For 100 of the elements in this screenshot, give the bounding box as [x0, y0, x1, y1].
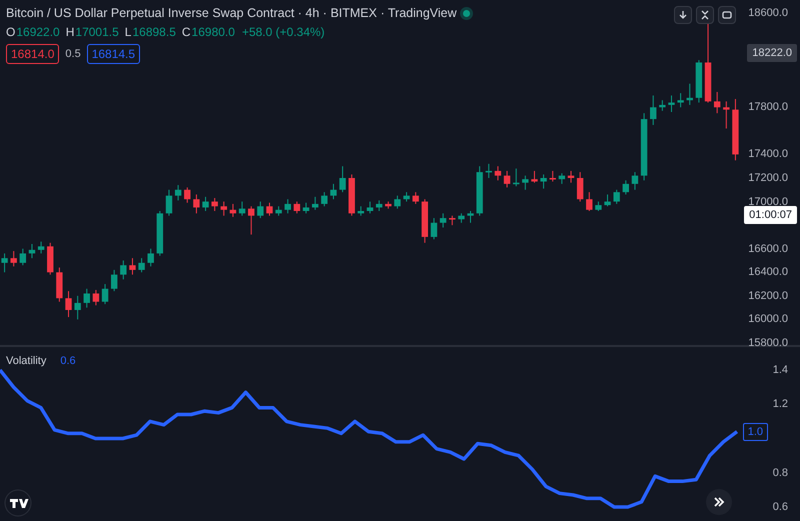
candle	[458, 212, 465, 224]
candle	[595, 201, 602, 212]
candle	[20, 248, 26, 266]
candle	[74, 295, 81, 320]
candle	[659, 100, 666, 112]
candle	[696, 60, 702, 104]
candle	[339, 166, 346, 193]
candle	[632, 172, 638, 190]
candle	[38, 241, 44, 254]
candle	[248, 206, 254, 236]
candle	[321, 192, 328, 207]
candle	[56, 267, 63, 302]
candle	[476, 166, 483, 216]
indicator-axis-label: 0.8	[772, 466, 788, 479]
candle	[230, 203, 236, 218]
spread-value: 0.5	[65, 48, 81, 60]
candle	[467, 210, 474, 224]
sell-price[interactable]: 16814.0	[6, 44, 60, 64]
candle	[257, 201, 264, 219]
price-axis-label: 16000.0	[748, 313, 788, 326]
price-axis-label: 17200.0	[748, 172, 788, 184]
candle	[440, 212, 446, 228]
candle	[212, 198, 218, 212]
candle	[504, 170, 510, 188]
candle	[522, 175, 528, 190]
arrow-down-icon[interactable]	[674, 6, 692, 24]
candle	[284, 198, 291, 214]
buy-price[interactable]: 16814.5	[86, 44, 140, 64]
candle	[604, 194, 611, 207]
candle	[714, 91, 720, 114]
last-price-label: 18222.0	[747, 44, 797, 62]
candle	[568, 170, 574, 184]
candle	[202, 196, 209, 212]
candle	[576, 172, 584, 202]
price-axis-label: 17400.0	[748, 148, 788, 160]
candle	[586, 192, 592, 212]
candle	[540, 174, 547, 190]
candle	[92, 289, 100, 306]
candle	[640, 112, 648, 181]
candle	[622, 180, 629, 195]
candle	[732, 98, 739, 161]
candle	[512, 168, 520, 187]
price-axis-label: 15800.0	[748, 337, 788, 349]
chart-title: Bitcoin / US Dollar Perpetual Inverse Swap Contract · 4h · BITMEX · TradingView	[6, 6, 457, 20]
candle	[166, 189, 172, 216]
candle	[531, 170, 538, 184]
candle	[723, 100, 730, 129]
candle	[1, 252, 8, 273]
candle	[220, 201, 228, 216]
maximize-icon[interactable]	[718, 6, 736, 24]
scroll-forward-icon[interactable]	[706, 489, 732, 515]
indicator-value: 0.6	[60, 355, 76, 367]
price-axis-label: 16200.0	[748, 290, 788, 302]
candle	[102, 284, 108, 305]
candle	[294, 201, 300, 214]
indicator-name: Volatility	[6, 355, 46, 367]
candle	[650, 95, 656, 126]
candle	[84, 288, 90, 308]
candle	[558, 172, 566, 184]
candle	[422, 198, 428, 244]
candle	[330, 183, 337, 200]
candle	[376, 200, 382, 212]
candle	[668, 95, 675, 112]
candle	[174, 184, 182, 201]
candle	[65, 290, 72, 318]
candle	[238, 201, 246, 216]
price-axis-label: 18600.0	[748, 7, 788, 19]
countdown-label: 01:00:07	[744, 206, 797, 224]
collapse-icon[interactable]	[696, 6, 714, 24]
candle	[394, 195, 401, 210]
ohlc-value: O16922.0	[6, 25, 60, 39]
candle	[677, 92, 684, 108]
candle	[266, 202, 273, 216]
candle	[156, 210, 164, 256]
candle	[403, 192, 410, 202]
indicator-axis-label: 1.2	[772, 398, 788, 410]
indicator-axis-label: 1.4	[772, 364, 788, 376]
price-axis-label: 16600.0	[748, 242, 788, 255]
candle	[430, 218, 438, 240]
candle	[486, 163, 492, 178]
candle	[358, 206, 364, 216]
candle	[10, 250, 17, 267]
candle	[366, 201, 374, 214]
candle	[28, 244, 36, 259]
logo-icon	[4, 489, 32, 517]
price-axis-label: 16400.0	[748, 266, 788, 278]
candle	[312, 196, 318, 210]
candle	[686, 83, 693, 106]
candle	[302, 202, 310, 214]
candle	[412, 192, 419, 204]
indicator-axis-label: 0.6	[772, 501, 788, 513]
indicator-last-value: 1.0	[742, 422, 768, 441]
candle	[120, 260, 127, 280]
ohlc-value: L16898.5	[124, 25, 176, 39]
candle	[47, 242, 54, 276]
candle	[148, 248, 154, 267]
price-axis-label: 17000.0	[748, 196, 788, 208]
ohlc-value: C16980.0	[182, 25, 235, 39]
candle	[494, 166, 502, 181]
candle	[184, 186, 190, 204]
